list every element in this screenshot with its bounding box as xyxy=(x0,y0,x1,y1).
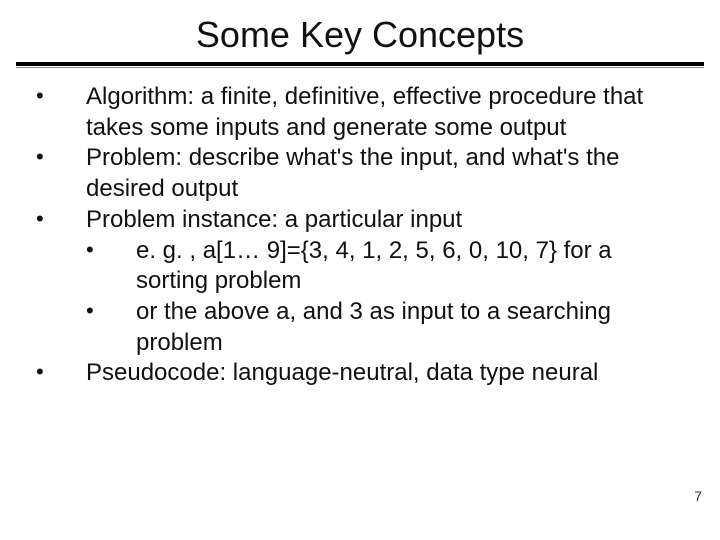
slide-title: Some Key Concepts xyxy=(0,0,720,62)
sub-bullet-item: e. g. , a[1… 9]={3, 4, 1, 2, 5, 6, 0, 10… xyxy=(86,236,690,297)
sub-bullet-text: or the above a, and 3 as input to a sear… xyxy=(136,298,611,356)
bullet-list: Algorithm: a finite, definitive, effecti… xyxy=(30,82,690,389)
bullet-text: Pseudocode: language-neutral, data type … xyxy=(86,359,598,386)
bullet-text: Problem instance: a particular input xyxy=(86,206,462,233)
bullet-item: Problem instance: a particular input e. … xyxy=(30,205,690,359)
title-divider xyxy=(16,62,704,68)
sub-bullet-text: e. g. , a[1… 9]={3, 4, 1, 2, 5, 6, 0, 10… xyxy=(136,237,612,295)
bullet-item: Problem: describe what's the input, and … xyxy=(30,143,690,204)
bullet-text: Algorithm: a finite, definitive, effecti… xyxy=(86,83,643,141)
bullet-text: Problem: describe what's the input, and … xyxy=(86,144,619,202)
bullet-item: Algorithm: a finite, definitive, effecti… xyxy=(30,82,690,143)
slide: Some Key Concepts Algorithm: a finite, d… xyxy=(0,0,720,540)
bullet-item: Pseudocode: language-neutral, data type … xyxy=(30,358,690,389)
page-number: 7 xyxy=(694,488,702,504)
slide-content: Algorithm: a finite, definitive, effecti… xyxy=(0,82,720,389)
sub-bullet-list: e. g. , a[1… 9]={3, 4, 1, 2, 5, 6, 0, 10… xyxy=(86,236,690,359)
sub-bullet-item: or the above a, and 3 as input to a sear… xyxy=(86,297,690,358)
